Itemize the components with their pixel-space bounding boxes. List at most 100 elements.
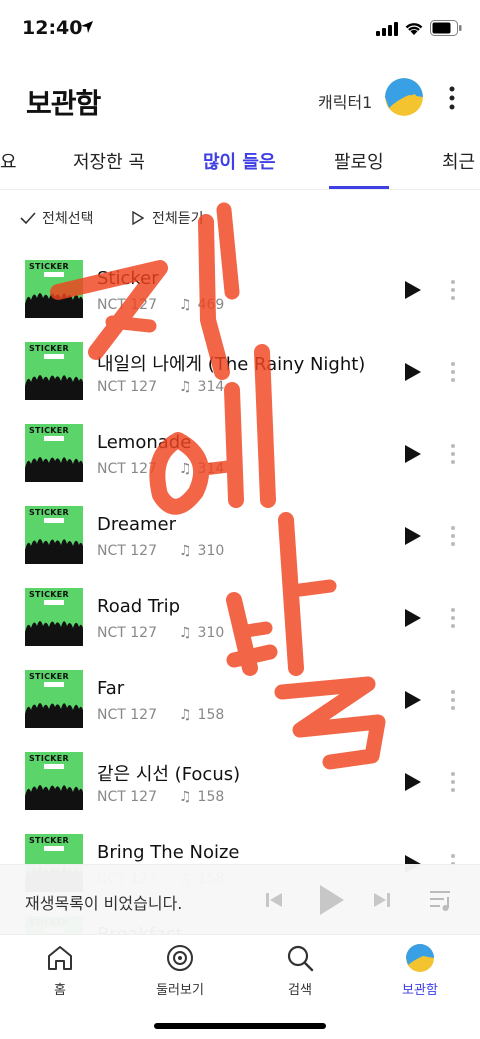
check-icon — [20, 212, 36, 225]
tab-saved-songs[interactable]: 저장한 곡 — [73, 148, 145, 174]
song-meta: NCT 127 ♫ 314 — [97, 379, 224, 395]
song-row[interactable]: STICKER Dreamer NCT 127 ♫ 310 — [0, 494, 480, 576]
song-artist: NCT 127 — [97, 543, 157, 559]
album-cover-figures — [25, 457, 83, 482]
play-outline-icon — [132, 211, 144, 225]
song-title: 내일의 나에게 (The Rainy Night) — [97, 354, 366, 375]
play-count-icon: ♫ — [178, 297, 192, 313]
song-title: Road Trip — [97, 596, 181, 617]
nav-browse-label: 둘러보기 — [156, 983, 204, 998]
next-track-icon[interactable] — [372, 890, 392, 910]
more-vertical-icon[interactable] — [446, 688, 460, 712]
play-count-icon: ♫ — [178, 625, 192, 641]
nav-search-label: 검색 — [288, 983, 312, 998]
song-artist: NCT 127 — [97, 379, 157, 395]
play-song-icon[interactable] — [404, 772, 422, 792]
tab-most-played[interactable]: 많이 들은 — [203, 148, 276, 174]
song-title: Bring The Noize — [97, 842, 240, 863]
song-title: Far — [97, 678, 125, 699]
song-row[interactable]: STICKER Far NCT 127 ♫ 158 — [0, 658, 480, 740]
select-all-button[interactable]: 전체선택 — [20, 208, 94, 228]
song-play-count: 310 — [197, 543, 225, 559]
more-vertical-icon[interactable] — [446, 606, 460, 630]
library-icon — [406, 944, 434, 972]
song-row[interactable]: STICKER Sticker NCT 127 ♫ 469 — [0, 248, 480, 330]
play-count-icon: ♫ — [178, 789, 192, 805]
play-song-icon[interactable] — [404, 526, 422, 546]
song-row[interactable]: STICKER 내일의 나에게 (The Rainy Night) NCT 12… — [0, 330, 480, 412]
album-cover-label: STICKER — [29, 836, 69, 845]
play-song-icon[interactable] — [404, 280, 422, 300]
home-icon — [48, 946, 72, 970]
more-vertical-icon[interactable] — [446, 524, 460, 548]
wifi-icon — [405, 23, 423, 35]
song-artist: NCT 127 — [97, 625, 157, 641]
status-time: 12:40 — [22, 17, 83, 39]
song-row[interactable]: STICKER Road Trip NCT 127 ♫ 310 — [0, 576, 480, 658]
song-meta: NCT 127 ♫ 310 — [97, 625, 224, 641]
page-title: 보관함 — [26, 87, 101, 120]
play-count-icon: ♫ — [178, 379, 192, 395]
song-play-count: 310 — [197, 625, 225, 641]
play-all-button[interactable]: 전체듣기 — [132, 208, 204, 228]
tab-recent[interactable]: 최근 — [442, 148, 475, 174]
song-row[interactable]: STICKER Lemonade NCT 127 ♫ 314 — [0, 412, 480, 494]
nav-home[interactable]: 홈 — [20, 943, 100, 998]
song-row[interactable]: STICKER 같은 시선 (Focus) NCT 127 ♫ 158 — [0, 740, 480, 822]
album-cover-figures — [25, 293, 83, 318]
play-count-icon: ♫ — [178, 461, 192, 477]
nav-library-label: 보관함 — [402, 983, 438, 998]
song-title: 같은 시선 (Focus) — [97, 764, 241, 785]
playlist-queue-icon[interactable] — [428, 887, 454, 913]
previous-track-icon[interactable] — [264, 890, 284, 910]
song-title: Sticker — [97, 268, 159, 289]
song-meta: NCT 127 ♫ 310 — [97, 543, 224, 559]
cellular-signal-icon — [376, 22, 398, 36]
song-play-count: 469 — [197, 297, 225, 313]
song-artist: NCT 127 — [97, 461, 157, 477]
more-vertical-icon[interactable] — [446, 770, 460, 794]
tab-following[interactable]: 팔로잉 — [334, 148, 384, 174]
song-play-count: 158 — [197, 789, 225, 805]
album-cover: STICKER — [25, 424, 83, 482]
album-cover-label: STICKER — [29, 426, 69, 435]
nav-browse[interactable]: 둘러보기 — [140, 943, 220, 998]
character-name[interactable]: 캐릭터1 — [318, 89, 372, 113]
album-cover-figures — [25, 785, 83, 810]
more-vertical-icon[interactable] — [440, 84, 464, 112]
album-cover-sublabel — [44, 682, 64, 687]
nav-search[interactable]: 검색 — [260, 943, 340, 998]
more-vertical-icon[interactable] — [446, 360, 460, 384]
profile-avatar[interactable] — [385, 78, 423, 116]
location-arrow-icon — [81, 21, 93, 33]
song-meta: NCT 127 ♫ 314 — [97, 461, 224, 477]
album-cover-sublabel — [44, 354, 64, 359]
mini-player: 재생목록이 비었습니다. — [0, 864, 480, 934]
song-meta: NCT 127 ♫ 469 — [97, 297, 224, 313]
album-cover-figures — [25, 539, 83, 564]
song-meta: NCT 127 ♫ 158 — [97, 707, 224, 723]
tab-recommended[interactable]: 요 — [0, 148, 17, 174]
home-indicator — [154, 1023, 326, 1029]
more-vertical-icon[interactable] — [446, 278, 460, 302]
active-tab-indicator — [329, 186, 389, 189]
status-bar: 12:40 — [0, 0, 480, 60]
play-song-icon[interactable] — [404, 608, 422, 628]
play-song-icon[interactable] — [404, 444, 422, 464]
play-song-icon[interactable] — [404, 690, 422, 710]
nav-home-label: 홈 — [54, 983, 66, 998]
song-artist: NCT 127 — [97, 297, 157, 313]
more-vertical-icon[interactable] — [446, 442, 460, 466]
album-cover-label: STICKER — [29, 508, 69, 517]
play-icon[interactable] — [318, 883, 346, 917]
bottom-navigation: 홈 둘러보기 검색 보관함 — [0, 934, 480, 1039]
album-cover: STICKER — [25, 588, 83, 646]
album-cover-label: STICKER — [29, 672, 69, 681]
library-tabs: 요 저장한 곡 많이 들은 팔로잉 최근 — [0, 140, 480, 190]
list-actions: 전체선택 전체듣기 — [20, 206, 460, 234]
play-song-icon[interactable] — [404, 362, 422, 382]
song-title: Lemonade — [97, 432, 192, 453]
album-cover-label: STICKER — [29, 754, 69, 763]
album-cover-sublabel — [44, 846, 64, 851]
nav-library[interactable]: 보관함 — [380, 943, 460, 998]
